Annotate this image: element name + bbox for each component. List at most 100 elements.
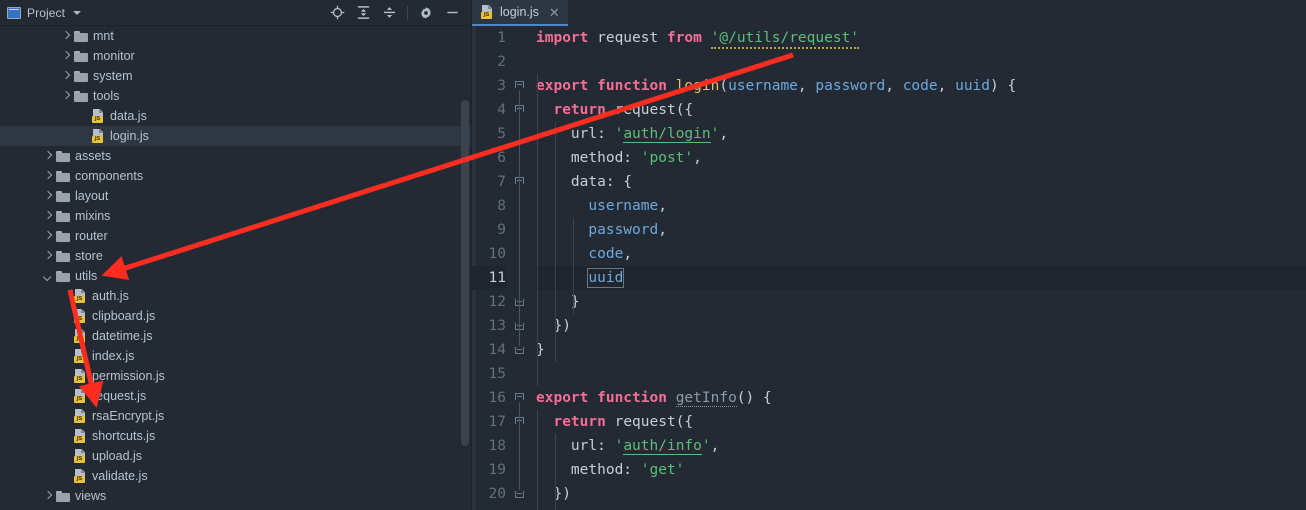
- tree-item-assets[interactable]: assets: [0, 146, 471, 166]
- tree-item-shortcuts-js[interactable]: JS shortcuts.js: [0, 426, 471, 446]
- sidebar-scrollbar[interactable]: [461, 100, 469, 446]
- code-line[interactable]: }: [536, 338, 1306, 362]
- chevron-down-icon[interactable]: [73, 10, 82, 15]
- tree-item-label: clipboard.js: [92, 309, 156, 323]
- tree-item-label: validate.js: [92, 469, 148, 483]
- tree-item-label: upload.js: [92, 449, 143, 463]
- tree-item-login-js[interactable]: JS login.js: [0, 126, 471, 146]
- code-line[interactable]: import request from '@/utils/request': [536, 26, 1306, 50]
- tree-item-data-js[interactable]: JS data.js: [0, 106, 471, 126]
- code-line[interactable]: export function getInfo() {: [536, 386, 1306, 410]
- tree-item-clipboard-js[interactable]: JS clipboard.js: [0, 306, 471, 326]
- tree-item-monitor[interactable]: monitor: [0, 46, 471, 66]
- tree-item-utils[interactable]: utils: [0, 266, 471, 286]
- tree-item-store[interactable]: store: [0, 246, 471, 266]
- tree-item-permission-js[interactable]: JS permission.js: [0, 366, 471, 386]
- folder-icon: [74, 50, 88, 62]
- chevron-right-icon[interactable]: [60, 51, 71, 62]
- gear-icon[interactable]: [413, 2, 439, 24]
- tree-item-tools[interactable]: tools: [0, 86, 471, 106]
- tree-item-mixins[interactable]: mixins: [0, 206, 471, 226]
- code-line[interactable]: }): [536, 482, 1306, 506]
- project-tree[interactable]: mnt monitor system tools JS data.js JS login.js…: [0, 26, 471, 510]
- chevron-right-icon[interactable]: [42, 231, 53, 242]
- tree-item-request-js[interactable]: JS request.js: [0, 386, 471, 406]
- tree-item-label: layout: [75, 189, 109, 203]
- tree-item-label: components: [75, 169, 144, 183]
- code-content[interactable]: import request from '@/utils/request' ex…: [528, 26, 1306, 510]
- chevron-right-icon[interactable]: [60, 91, 71, 102]
- code-line[interactable]: code,: [536, 242, 1306, 266]
- fold-region-line: [519, 186, 520, 298]
- code-line[interactable]: return request({: [536, 98, 1306, 122]
- collapse-all-icon[interactable]: [376, 2, 402, 24]
- js-file-icon: JS: [74, 289, 87, 303]
- code-line[interactable]: url: 'auth/login',: [536, 122, 1306, 146]
- tree-item-layout[interactable]: layout: [0, 186, 471, 206]
- line-number: 12: [488, 294, 506, 310]
- tree-item-upload-js[interactable]: JS upload.js: [0, 446, 471, 466]
- folder-icon: [74, 70, 88, 82]
- chevron-down-icon[interactable]: [42, 271, 53, 282]
- tree-item-label: views: [75, 489, 107, 503]
- minimize-icon[interactable]: [439, 2, 465, 24]
- chevron-right-icon[interactable]: [42, 211, 53, 222]
- tree-item-mnt[interactable]: mnt: [0, 26, 471, 46]
- tab-login-js[interactable]: JS login.js ✕: [472, 0, 568, 26]
- code-line[interactable]: [536, 50, 1306, 74]
- line-number: 14: [488, 342, 506, 358]
- chevron-right-icon[interactable]: [60, 71, 71, 82]
- code-line[interactable]: export function login(username, password…: [536, 74, 1306, 98]
- chevron-right-icon[interactable]: [60, 31, 71, 42]
- code-editor[interactable]: 1 2 3 4 5 6 7 8 9 10 11 12 13 14 15 16 17 18 19 20 import r…: [472, 26, 1306, 510]
- code-line[interactable]: method: 'get': [536, 458, 1306, 482]
- tree-item-datetime-js[interactable]: JS datetime.js: [0, 326, 471, 346]
- select-opened-file-icon[interactable]: [324, 2, 350, 24]
- tree-item-components[interactable]: components: [0, 166, 471, 186]
- code-line[interactable]: uuid: [536, 266, 1306, 290]
- folder-icon: [56, 270, 70, 282]
- toolbar-separator: [407, 5, 408, 20]
- tree-item-auth-js[interactable]: JS auth.js: [0, 286, 471, 306]
- code-line[interactable]: url: 'auth/info',: [536, 434, 1306, 458]
- tree-item-views[interactable]: views: [0, 486, 471, 506]
- project-panel-title[interactable]: Project: [7, 6, 82, 20]
- line-number: 9: [497, 222, 506, 238]
- code-folding-gutter[interactable]: [512, 26, 528, 510]
- indent-guide: [537, 410, 538, 510]
- expand-all-icon[interactable]: [350, 2, 376, 24]
- chevron-right-icon[interactable]: [42, 251, 53, 262]
- tree-item-validate-js[interactable]: JS validate.js: [0, 466, 471, 486]
- code-line[interactable]: }): [536, 314, 1306, 338]
- line-number: 11: [472, 266, 506, 290]
- code-line[interactable]: password,: [536, 218, 1306, 242]
- code-line[interactable]: username,: [536, 194, 1306, 218]
- line-number: 3: [497, 78, 506, 94]
- code-line[interactable]: method: 'post',: [536, 146, 1306, 170]
- line-number: 16: [488, 390, 506, 406]
- tree-item-label: index.js: [92, 349, 135, 363]
- chevron-right-icon[interactable]: [42, 191, 53, 202]
- tree-item-index-js[interactable]: JS index.js: [0, 346, 471, 366]
- js-file-icon: JS: [74, 409, 87, 423]
- code-line[interactable]: data: {: [536, 170, 1306, 194]
- code-line[interactable]: }: [536, 290, 1306, 314]
- close-icon[interactable]: ✕: [549, 6, 560, 19]
- code-line[interactable]: [536, 362, 1306, 386]
- editor-panel: JS login.js ✕ 1 2 3 4 5 6 7 8 9 10 11 12 13 14 15 16 17 1…: [472, 0, 1306, 510]
- tree-item-label: tools: [93, 89, 120, 103]
- tree-item-system[interactable]: system: [0, 66, 471, 86]
- indent-guide: [573, 218, 574, 314]
- chevron-right-icon[interactable]: [42, 151, 53, 162]
- folder-icon: [56, 230, 70, 242]
- tree-item-router[interactable]: router: [0, 226, 471, 246]
- chevron-right-icon[interactable]: [42, 491, 53, 502]
- chevron-right-icon[interactable]: [42, 171, 53, 182]
- tree-item-rsaEncrypt-js[interactable]: JS rsaEncrypt.js: [0, 406, 471, 426]
- code-line[interactable]: return request({: [536, 410, 1306, 434]
